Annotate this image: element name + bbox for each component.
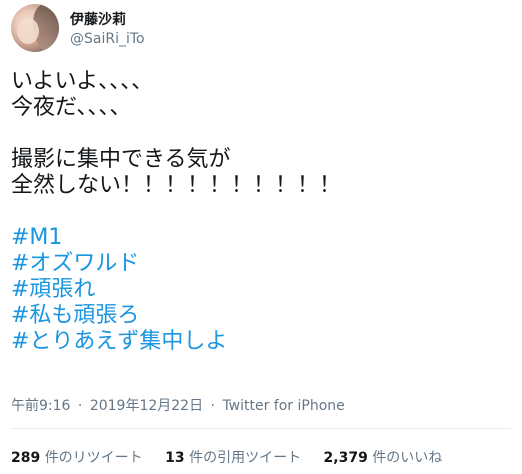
tweet-card: 伊藤沙莉 @SaiRi_iTo いよいよ、、、、 今夜だ、、、、 撮影に集中でき…: [0, 0, 522, 474]
tweet-text: いよいよ、、、、 今夜だ、、、、 撮影に集中できる気が 全然しない！！！！！！！…: [11, 69, 511, 355]
avatar[interactable]: [11, 4, 59, 52]
hashtag-link[interactable]: #頑張れ: [11, 277, 511, 303]
tweet-date[interactable]: 2019年12月22日: [90, 398, 203, 414]
meta-separator: ·: [210, 398, 215, 414]
likes-count: 2,379: [323, 450, 368, 466]
hashtag-link[interactable]: #とりあえず集中しよ: [11, 329, 511, 355]
retweets-stat[interactable]: 289 件のリツイート: [11, 447, 143, 467]
quotes-stat[interactable]: 13 件の引用ツイート: [165, 447, 301, 467]
tweet-source[interactable]: Twitter for iPhone: [222, 398, 344, 414]
hashtag-link[interactable]: #私も頑張ろ: [11, 303, 511, 329]
hashtag-link[interactable]: #M1: [11, 225, 511, 251]
retweets-count: 289: [11, 450, 41, 466]
likes-stat[interactable]: 2,379 件のいいね: [324, 447, 443, 467]
tweet-stats: 289 件のリツイート 13 件の引用ツイート 2,379 件のいいね: [11, 447, 460, 467]
tweet-metadata: 午前9:16 · 2019年12月22日 · Twitter for iPhon…: [11, 395, 345, 415]
meta-separator: ·: [77, 398, 83, 414]
tweet-line: 今夜だ、、、、: [11, 95, 132, 120]
quotes-label: 件の引用ツイート: [189, 450, 302, 466]
screen-name[interactable]: @SaiRi_iTo: [70, 31, 145, 47]
display-name[interactable]: 伊藤沙莉: [70, 9, 126, 29]
retweets-label: 件のリツイート: [44, 450, 143, 466]
tweet-line: いよいよ、、、、: [11, 69, 154, 94]
likes-label: 件のいいね: [372, 450, 443, 466]
tweet-line: 撮影に集中できる気が: [11, 147, 231, 172]
tweet-line: 全然しない！！！！！！！！！！: [11, 173, 342, 198]
divider: [11, 428, 511, 429]
quotes-count: 13: [165, 450, 185, 466]
tweet-time[interactable]: 午前9:16: [11, 398, 70, 414]
hashtag-link[interactable]: #オズワルド: [11, 251, 511, 277]
avatar-face-shape: [17, 18, 39, 44]
